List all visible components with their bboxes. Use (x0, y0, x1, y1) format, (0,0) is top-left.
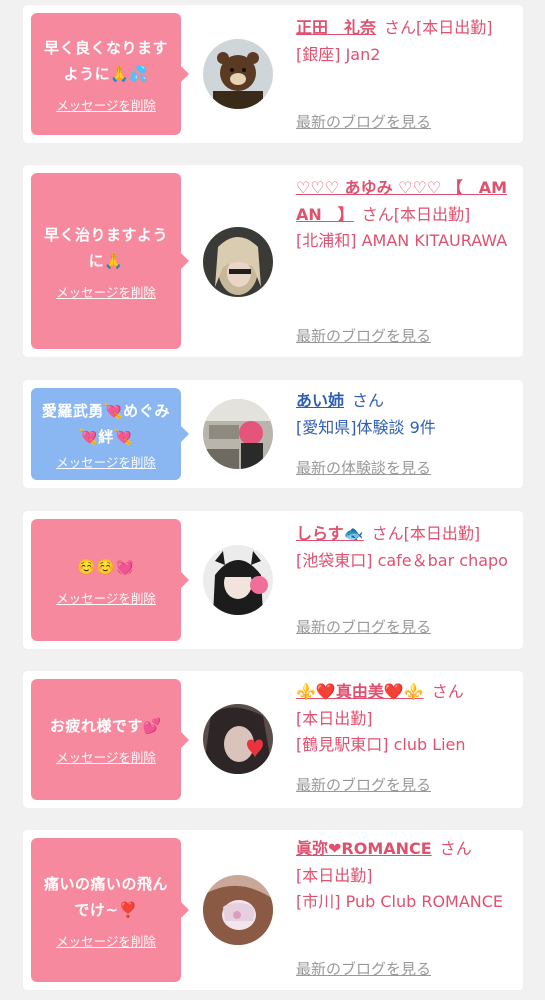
shop-detail: [市川] Pub Club ROMANCE (296, 892, 504, 911)
delete-message-link[interactable]: メッセージを削除 (56, 588, 156, 607)
attendance-status: [本日出勤] (416, 18, 493, 37)
delete-message-link[interactable]: メッセージを削除 (56, 747, 156, 766)
shop-detail: [銀座] Jan2 (296, 44, 381, 64)
delete-message-link[interactable]: メッセージを削除 (56, 931, 156, 950)
shop-detail: [池袋東口] cafe＆bar chapo (296, 550, 508, 570)
delete-message-link[interactable]: メッセージを削除 (56, 95, 156, 114)
avatar[interactable] (203, 875, 273, 945)
attendance-status: [本日出勤] (296, 708, 373, 728)
latest-blog-link[interactable]: 最新のブログを見る (296, 325, 431, 346)
attendance-status: [本日出勤] (296, 865, 373, 885)
cast-name-link[interactable]: 眞弥❤ROMANCE (296, 839, 432, 858)
honorific: さん (361, 204, 394, 224)
message-bubble: ☺️☺️💓 メッセージを削除 (31, 519, 189, 641)
avatar[interactable] (203, 227, 273, 297)
cast-name-link[interactable]: 正田 礼奈 (296, 18, 376, 37)
shop-detail: [北浦和] AMAN KITAURAWA (296, 231, 508, 250)
message-card: ☺️☺️💓 メッセージを削除 しらす🐟 さん[本日出勤] [池袋東口] cafe＆… (23, 511, 523, 649)
message-bubble: 痛いの痛いの飛んでけ~❣️ メッセージを削除 (31, 838, 189, 982)
avatar[interactable] (203, 545, 273, 615)
attendance-status: [本日出勤] (403, 524, 481, 543)
cast-info: ⚜️❤️真由美❤️⚜️ さん [本日出勤] [鶴見駅東口] club Lien (296, 679, 514, 759)
message-text: 早く良くなりますように🙏💦 (43, 38, 168, 83)
message-bubble: 早く治りますように🙏 メッセージを削除 (31, 173, 189, 349)
honorific: さん (439, 839, 472, 858)
cast-name-link[interactable]: あい姉 (296, 391, 344, 410)
message-bubble: 愛羅武勇💘めぐみ💘絆💘 メッセージを削除 (31, 388, 189, 480)
cast-info: しらす🐟 さん[本日出勤] [池袋東口] cafe＆bar chapo (296, 521, 514, 574)
message-text: 愛羅武勇💘めぐみ💘絆💘 (41, 401, 171, 446)
honorific: さん (431, 682, 464, 701)
message-bubble: お疲れ様です💕 メッセージを削除 (31, 679, 189, 800)
latest-review-link[interactable]: 最新の体験談を見る (296, 457, 431, 478)
latest-blog-link[interactable]: 最新のブログを見る (296, 111, 431, 132)
message-bubble: 早く良くなりますように🙏💦 メッセージを削除 (31, 13, 189, 135)
cast-info: 正田 礼奈 さん[本日出勤] [銀座] Jan2 (296, 15, 514, 68)
review-detail: [愛知県]体験談 9件 (296, 417, 436, 437)
cast-info: ♡♡♡ あゆみ ♡♡♡ 【 AMAN 】さん[本日出勤] [北浦和] AMAN … (296, 175, 514, 255)
delete-message-link[interactable]: メッセージを削除 (56, 282, 156, 301)
avatar[interactable] (203, 704, 273, 774)
latest-blog-link[interactable]: 最新のブログを見る (296, 774, 431, 795)
delete-message-link[interactable]: メッセージを削除 (56, 452, 156, 471)
message-text: ☺️☺️💓 (77, 557, 135, 576)
latest-blog-link[interactable]: 最新のブログを見る (296, 958, 431, 979)
message-text: 早く治りますように🙏 (43, 225, 168, 270)
shop-detail: [鶴見駅東口] club Lien (296, 735, 466, 754)
honorific: さん (384, 18, 417, 37)
message-card: 早く良くなりますように🙏💦 メッセージを削除 正田 礼奈 さん[本日出勤] [銀座… (23, 5, 523, 143)
message-card: 愛羅武勇💘めぐみ💘絆💘 メッセージを削除 あい姉 さん [愛知県]体験談 9件 最… (23, 380, 523, 488)
latest-blog-link[interactable]: 最新のブログを見る (296, 616, 431, 637)
avatar[interactable] (203, 399, 273, 469)
cast-info: 眞弥❤ROMANCE さん [本日出勤] [市川] Pub Club ROMANC… (296, 836, 514, 916)
attendance-status: [本日出勤] (393, 204, 471, 224)
message-text: 痛いの痛いの飛んでけ~❣️ (43, 874, 168, 919)
honorific: さん (352, 391, 385, 410)
message-card: 早く治りますように🙏 メッセージを削除 ♡♡♡ あゆみ ♡♡♡ 【 AMAN 】… (23, 165, 523, 357)
cast-name-link[interactable]: ⚜️❤️真由美❤️⚜️ (296, 682, 424, 701)
message-list: 早く良くなりますように🙏💦 メッセージを削除 正田 礼奈 さん[本日出勤] [銀座… (0, 0, 545, 1000)
message-card: お疲れ様です💕 メッセージを削除 ⚜️❤️真由美❤️⚜️ さん [本日出勤] [鶴… (23, 671, 523, 808)
honorific: さん (371, 524, 404, 543)
message-card: 痛いの痛いの飛んでけ~❣️ メッセージを削除 眞弥❤ROMANCE さん [本日出… (23, 830, 523, 990)
cast-info: あい姉 さん [愛知県]体験談 9件 (296, 388, 514, 441)
cast-name-link[interactable]: しらす🐟 (296, 524, 364, 543)
avatar[interactable] (203, 39, 273, 109)
message-text: お疲れ様です💕 (49, 717, 163, 735)
